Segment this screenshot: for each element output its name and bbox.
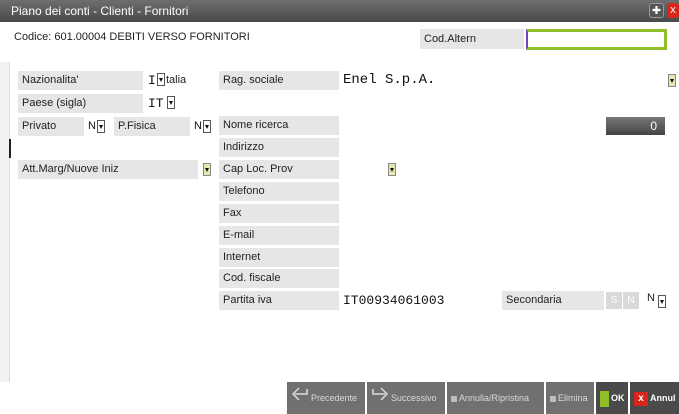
indirizzo-input[interactable] <box>341 138 553 157</box>
secondaria-value[interactable]: N <box>647 292 655 304</box>
previous-icon <box>291 383 309 414</box>
spacer <box>0 52 679 62</box>
paese-code[interactable]: IT <box>146 94 166 113</box>
nazionalita-code[interactable]: I <box>146 71 156 90</box>
secondaria-n-toggle[interactable]: N <box>623 292 639 309</box>
internet-input[interactable] <box>341 248 659 267</box>
indirizzo-label: Indirizzo <box>219 138 339 157</box>
nazionalita-dropdown-icon[interactable] <box>157 73 165 86</box>
nome-ricerca-input[interactable] <box>341 116 519 135</box>
partita-iva-input[interactable]: IT00934061003 <box>341 291 475 310</box>
nazionalita-label: Nazionalita' <box>18 71 143 90</box>
attmarg-label: Att.Marg/Nuove Iniz <box>18 160 198 179</box>
fax-label: Fax <box>219 204 339 223</box>
partita-iva-label: Partita iva <box>219 291 339 310</box>
title-bar: Piano dei conti - Clienti - Fornitori ✚ … <box>0 0 679 22</box>
left-gutter <box>0 52 10 382</box>
next-icon <box>371 383 389 414</box>
close-icon[interactable]: x <box>667 3 679 18</box>
annulla-button[interactable]: x Annul <box>630 382 679 414</box>
ok-icon <box>600 390 609 407</box>
cursor-marker <box>9 139 11 158</box>
rag-sociale-dropdown-icon[interactable] <box>668 74 676 87</box>
email-input[interactable] <box>341 226 659 245</box>
annulla-ripristina-button[interactable]: Annulla/Ripristina <box>447 382 544 414</box>
cap-input[interactable] <box>341 160 381 179</box>
fax-input[interactable] <box>341 204 553 223</box>
precedente-label: Precedente <box>311 393 358 403</box>
secondaria-dropdown-icon[interactable] <box>658 295 666 308</box>
localita-input[interactable] <box>402 160 614 179</box>
privato-label: Privato <box>18 117 84 136</box>
cod-fiscale-label: Cod. fiscale <box>219 269 339 288</box>
cap-dropdown-icon[interactable] <box>388 163 396 176</box>
attmarg-dropdown-icon[interactable] <box>203 163 211 176</box>
privato-dropdown-icon[interactable] <box>97 120 105 133</box>
elimina-button[interactable]: Elimina <box>546 382 594 414</box>
internet-label: Internet <box>219 248 339 267</box>
telefono-input[interactable] <box>341 182 553 201</box>
successivo-button[interactable]: Successivo <box>367 382 445 414</box>
cancel-icon: x <box>634 391 648 406</box>
rag-sociale-input[interactable]: Enel S.p.A. <box>341 71 659 90</box>
annulla-ripristina-label: Annulla/Ripristina <box>459 393 530 403</box>
provincia-input[interactable] <box>623 160 659 179</box>
cod-altern-input[interactable] <box>526 29 667 50</box>
square-icon <box>550 395 556 402</box>
nazionalita-desc: talia <box>166 74 187 86</box>
pfisica-label: P.Fisica <box>114 117 190 136</box>
annulla-label: Annul <box>650 393 676 403</box>
precedente-button[interactable]: Precedente <box>287 382 365 414</box>
account-code-text: Codice: 601.00004 DEBITI VERSO FORNITORI <box>14 31 250 43</box>
paese-label: Paese (sigla) <box>18 94 143 113</box>
square-icon <box>451 395 457 402</box>
cod-fiscale-input[interactable] <box>341 269 483 288</box>
rag-sociale-label: Rag. sociale <box>219 71 339 90</box>
successivo-label: Successivo <box>391 393 437 403</box>
nome-ricerca-label: Nome ricerca <box>219 116 339 135</box>
email-label: E-mail <box>219 226 339 245</box>
paese-dropdown-icon[interactable] <box>167 96 175 109</box>
secondaria-label: Secondaria <box>502 291 604 310</box>
telefono-label: Telefono <box>219 182 339 201</box>
pfisica-dropdown-icon[interactable] <box>203 120 211 133</box>
cap-label: Cap Loc. Prov <box>219 160 339 179</box>
secondaria-s-toggle[interactable]: S <box>606 292 622 309</box>
ok-button[interactable]: OK <box>596 382 628 414</box>
cod-altern-label: Cod.Altern <box>420 29 524 49</box>
maximize-icon[interactable]: ✚ <box>649 3 664 18</box>
elimina-label: Elimina <box>558 393 588 403</box>
ok-label: OK <box>611 393 625 403</box>
window-title: Piano dei conti - Clienti - Fornitori <box>11 4 189 18</box>
counter-badge: 0 <box>606 117 665 135</box>
